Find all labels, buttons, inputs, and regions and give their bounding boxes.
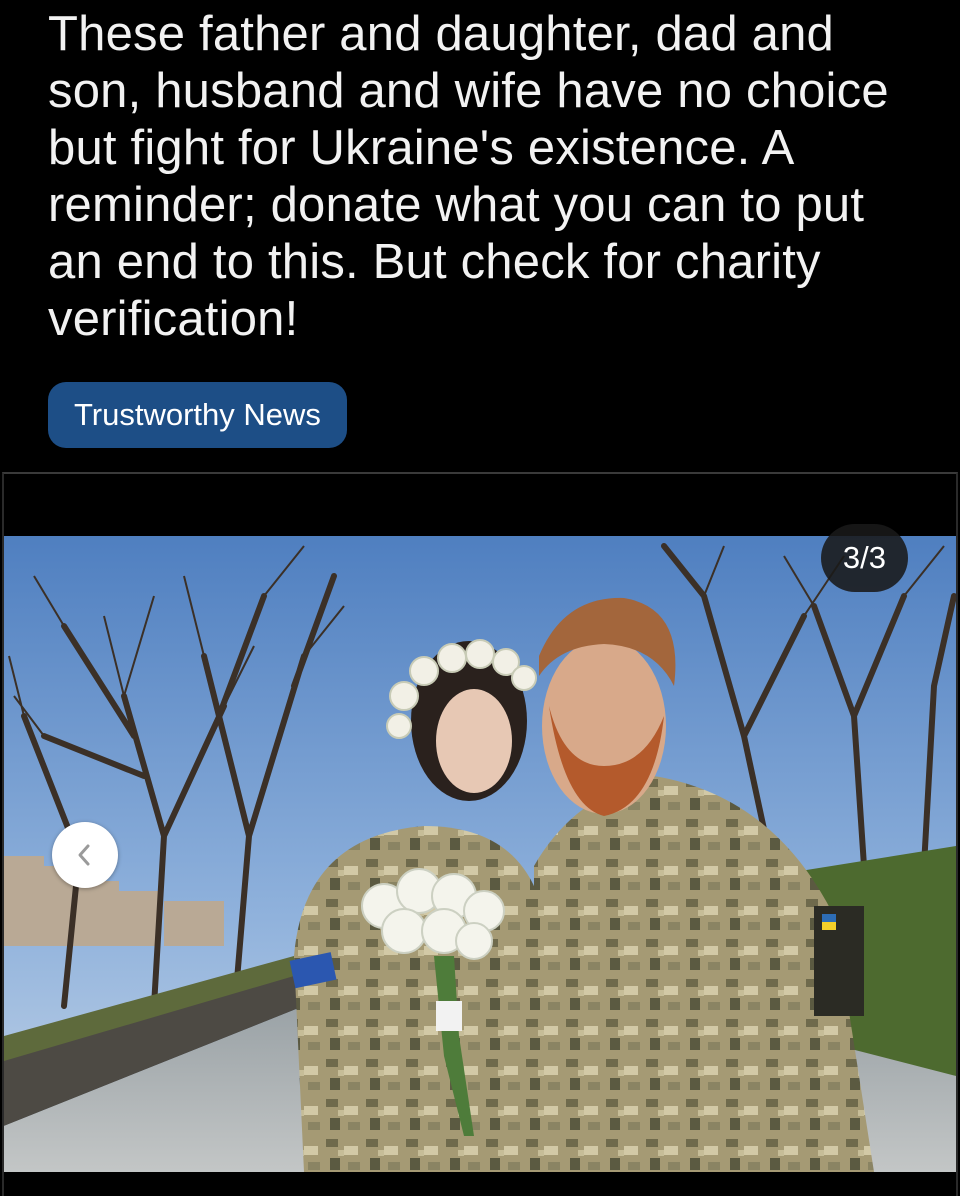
previous-image-button[interactable] <box>52 822 118 888</box>
image-gallery[interactable]: 3/3 <box>2 472 958 1196</box>
gallery-photo <box>4 536 956 1172</box>
image-counter: 3/3 <box>820 524 908 592</box>
chevron-left-icon <box>78 844 90 866</box>
flair-badge[interactable]: Trustworthy News <box>48 382 347 448</box>
post-title: These father and daughter, dad and son, … <box>48 7 889 346</box>
